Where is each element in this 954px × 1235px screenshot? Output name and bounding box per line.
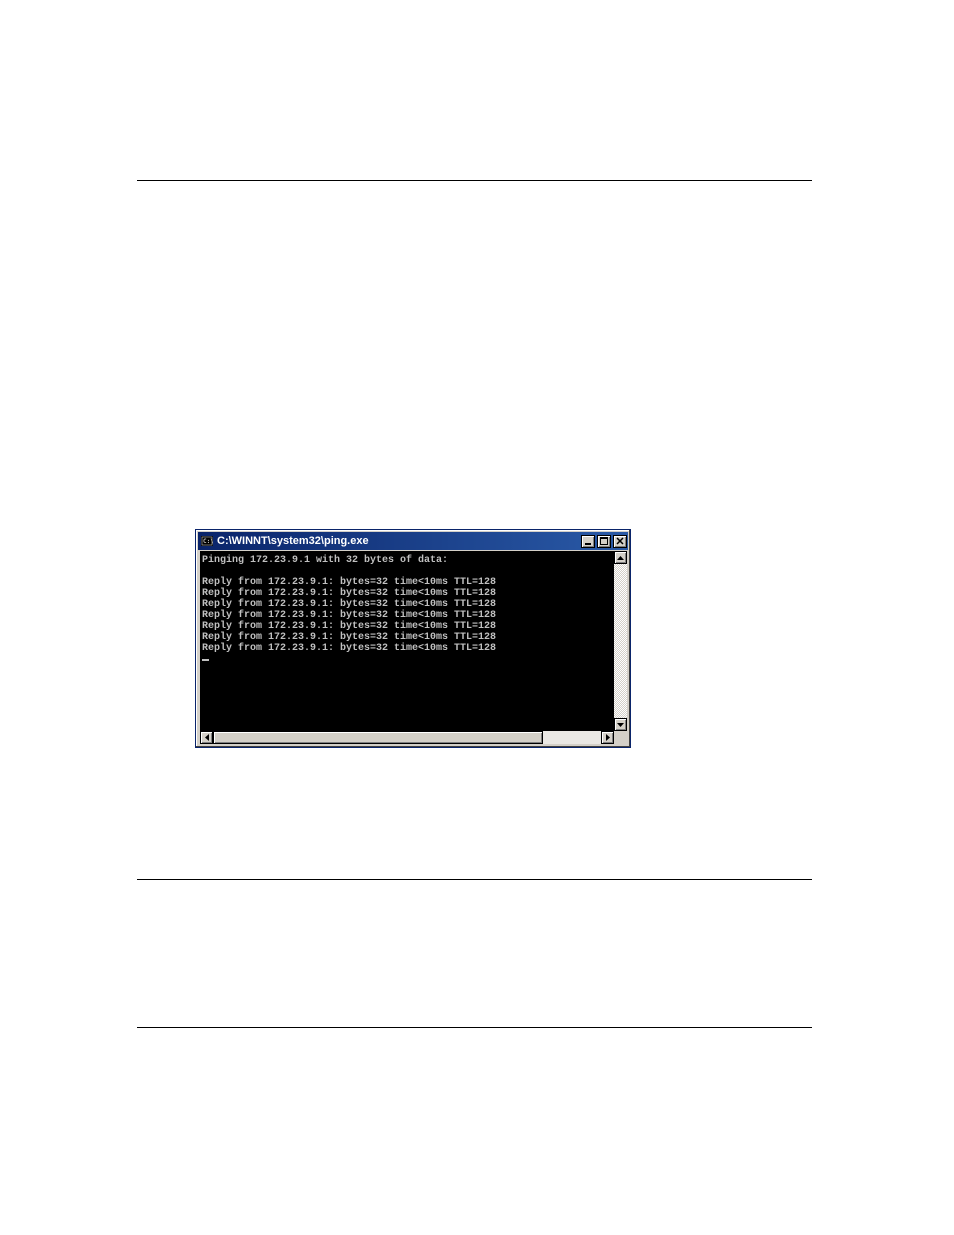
ping-header: Pinging 172.23.9.1 with 32 bytes of data… — [202, 555, 448, 566]
text-cursor — [202, 659, 209, 661]
console-output[interactable]: Pinging 172.23.9.1 with 32 bytes of data… — [200, 551, 614, 731]
ping-reply-line: Reply from 172.23.9.1: bytes=32 time<10m… — [202, 577, 496, 588]
maximize-button[interactable] — [597, 535, 611, 548]
horizontal-scroll-thumb[interactable] — [213, 731, 543, 744]
ping-reply-line: Reply from 172.23.9.1: bytes=32 time<10m… — [202, 588, 496, 599]
command-prompt-window: C:\ C:\WINNT\system32\ping.exe Pinging 1… — [195, 529, 631, 748]
page-rule-bottom — [137, 1027, 812, 1028]
vertical-scroll-track[interactable] — [614, 564, 627, 718]
ping-reply-line: Reply from 172.23.9.1: bytes=32 time<10m… — [202, 632, 496, 643]
window-title: C:\WINNT\system32\ping.exe — [217, 535, 581, 547]
minimize-button[interactable] — [581, 535, 595, 548]
page-rule-mid — [137, 879, 812, 880]
ping-reply-line: Reply from 172.23.9.1: bytes=32 time<10m… — [202, 599, 496, 610]
ping-reply-line: Reply from 172.23.9.1: bytes=32 time<10m… — [202, 643, 496, 654]
ping-reply-line: Reply from 172.23.9.1: bytes=32 time<10m… — [202, 610, 496, 621]
page-rule-top — [137, 180, 812, 181]
horizontal-scroll-track[interactable] — [213, 731, 601, 744]
ping-reply-line: Reply from 172.23.9.1: bytes=32 time<10m… — [202, 621, 496, 632]
scroll-down-button[interactable] — [614, 718, 627, 731]
scroll-up-button[interactable] — [614, 551, 627, 564]
window-button-group — [581, 535, 628, 548]
close-button[interactable] — [613, 535, 627, 548]
vertical-scrollbar[interactable] — [614, 551, 627, 731]
horizontal-scrollbar[interactable] — [200, 731, 614, 744]
command-prompt-icon: C:\ — [200, 534, 214, 548]
scroll-right-button[interactable] — [601, 731, 614, 744]
titlebar[interactable]: C:\ C:\WINNT\system32\ping.exe — [198, 532, 628, 550]
resize-grip[interactable] — [614, 731, 627, 744]
scroll-left-button[interactable] — [200, 731, 213, 744]
svg-text:C:\: C:\ — [203, 538, 213, 545]
